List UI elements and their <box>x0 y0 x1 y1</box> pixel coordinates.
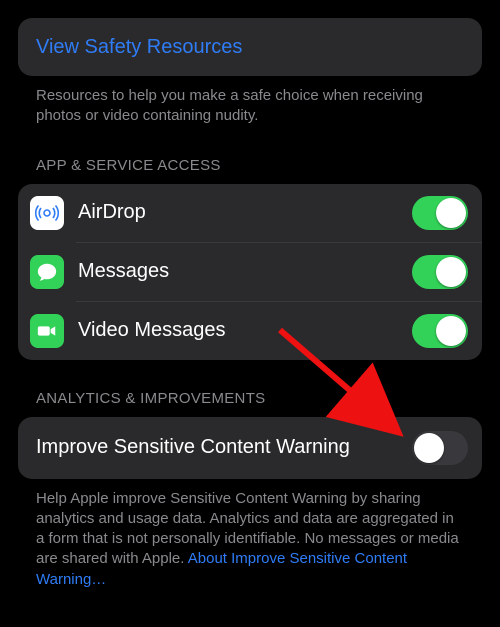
view-safety-resources-label: View Safety Resources <box>36 36 242 59</box>
access-row-label: Video Messages <box>78 319 412 342</box>
analytics-section-header: ANALYTICS & IMPROVEMENTS <box>18 360 482 417</box>
airdrop-icon <box>30 196 64 230</box>
messages-icon <box>30 255 64 289</box>
improve-scw-label: Improve Sensitive Content Warning <box>36 436 400 459</box>
access-row-video-messages: Video Messages <box>18 302 482 360</box>
settings-sensitive-content-screen: View Safety Resources Resources to help … <box>0 0 500 590</box>
access-row-messages: Messages <box>18 243 482 301</box>
analytics-group: Improve Sensitive Content Warning <box>18 417 482 479</box>
access-section-header: APP & SERVICE ACCESS <box>18 127 482 184</box>
access-row-label: Messages <box>78 260 412 283</box>
access-row-airdrop: AirDrop <box>18 184 482 242</box>
video-messages-toggle[interactable] <box>412 314 468 348</box>
improve-scw-row: Improve Sensitive Content Warning <box>18 417 482 479</box>
access-group: AirDrop Messages <box>18 184 482 360</box>
video-messages-icon <box>30 314 64 348</box>
airdrop-toggle[interactable] <box>412 196 468 230</box>
improve-scw-toggle[interactable] <box>412 431 468 465</box>
access-row-label: AirDrop <box>78 201 412 224</box>
view-safety-resources-row[interactable]: View Safety Resources <box>18 18 482 76</box>
resources-group: View Safety Resources <box>18 18 482 76</box>
messages-toggle[interactable] <box>412 255 468 289</box>
resources-footer: Resources to help you make a safe choice… <box>18 76 482 127</box>
analytics-footer: Help Apple improve Sensitive Content War… <box>18 479 482 590</box>
